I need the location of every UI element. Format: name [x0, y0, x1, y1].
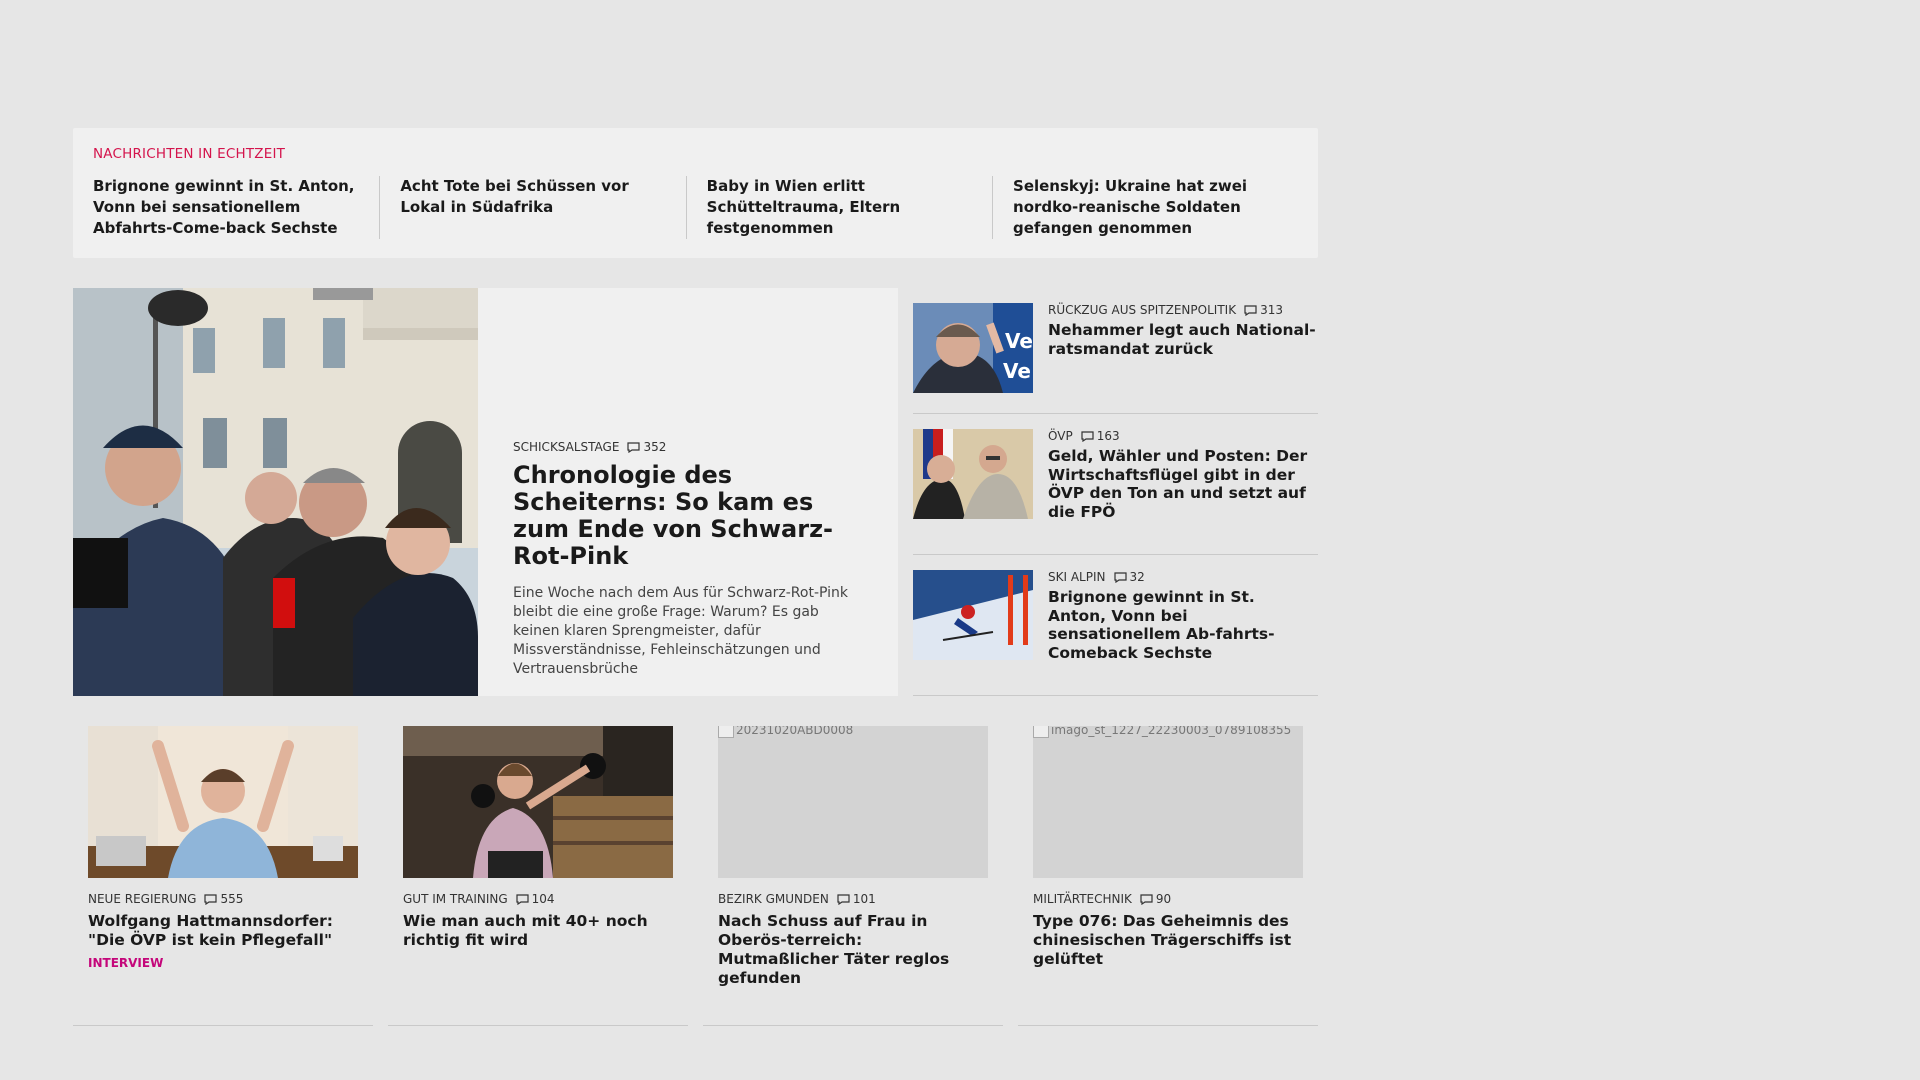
- comment-count[interactable]: 90: [1140, 892, 1171, 906]
- comment-icon: [204, 893, 218, 905]
- article-card-title[interactable]: Wolfgang Hattmannsdorfer: "Die ÖVP ist k…: [88, 912, 358, 950]
- comment-icon: [516, 893, 529, 905]
- comment-count-value: 32: [1129, 570, 1145, 584]
- ticker-item[interactable]: Acht Tote bei Schüssen vor Lokal in Süda…: [379, 176, 685, 239]
- side-article[interactable]: ÖVP 163 Geld, Wähler und Posten: Der Wir…: [913, 414, 1318, 555]
- svg-text:Ve: Ve: [1005, 329, 1033, 353]
- top-stories: SCHICKSALSTAGE 352 Chronologie des Schei…: [73, 288, 1318, 696]
- comment-count[interactable]: 163: [1081, 429, 1120, 443]
- article-kicker: SCHICKSALSTAGE: [513, 440, 620, 454]
- comment-count-value: 555: [220, 892, 244, 906]
- article-meta: NEUE REGIERUNG 555: [88, 892, 358, 906]
- broken-image-alt: 20231020ABD0008: [718, 726, 988, 738]
- live-ticker: NACHRICHTEN IN ECHTZEIT Brignone gewinnt…: [73, 128, 1318, 258]
- comment-icon: [1140, 893, 1153, 905]
- comment-count[interactable]: 32: [1113, 570, 1145, 584]
- lead-article[interactable]: SCHICKSALSTAGE 352 Chronologie des Schei…: [73, 288, 898, 696]
- article-card[interactable]: NEUE REGIERUNG 555 Wolfgang Hattmannsdor…: [73, 726, 373, 1026]
- article-kicker: MILITÄRTECHNIK: [1033, 892, 1132, 906]
- article-kicker: GUT IM TRAINING: [403, 892, 508, 906]
- image-alt-text: 20231020ABD0008: [736, 726, 854, 737]
- ticker-row: Brignone gewinnt in St. Anton, Vonn bei …: [93, 176, 1298, 239]
- side-articles: Ve Ve RÜCKZUG AUS SPITZENPOLITIK 313 Neh…: [913, 288, 1318, 696]
- article-meta: SCHICKSALSTAGE 352: [513, 440, 868, 454]
- comment-icon: [1113, 571, 1127, 583]
- side-article-text: RÜCKZUG AUS SPITZENPOLITIK 313 Nehammer …: [1033, 303, 1318, 413]
- article-card-tag: INTERVIEW: [88, 956, 164, 970]
- article-card-image[interactable]: imago_st_1227_22230003_0789108355: [1033, 726, 1303, 878]
- comment-count-value: 313: [1260, 303, 1283, 317]
- ticker-title[interactable]: NACHRICHTEN IN ECHTZEIT: [93, 146, 1298, 162]
- comment-count[interactable]: 313: [1244, 303, 1283, 317]
- comment-icon: [1244, 304, 1257, 316]
- comment-count-value: 104: [531, 892, 555, 906]
- article-grid: NEUE REGIERUNG 555 Wolfgang Hattmannsdor…: [73, 726, 1318, 1026]
- side-article-text: ÖVP 163 Geld, Wähler und Posten: Der Wir…: [1033, 429, 1318, 554]
- article-meta: SKI ALPIN 32: [1048, 570, 1318, 584]
- article-thumbnail[interactable]: [913, 570, 1033, 660]
- comment-count-value: 352: [643, 440, 667, 454]
- ticker-item[interactable]: Baby in Wien erlitt Schütteltrauma, Elte…: [685, 176, 992, 239]
- lead-article-text: SCHICKSALSTAGE 352 Chronologie des Schei…: [478, 288, 898, 696]
- article-thumbnail[interactable]: [913, 429, 1033, 519]
- lead-article-teaser: Eine Woche nach dem Aus für Schwarz-Rot-…: [513, 585, 849, 677]
- image-alt-text: imago_st_1227_22230003_0789108355: [1051, 726, 1292, 737]
- article-card-image[interactable]: [403, 726, 673, 878]
- article-card[interactable]: GUT IM TRAINING 104 Wie man auch mit 40+…: [388, 726, 688, 1026]
- side-article-title[interactable]: Brignone gewinnt in St. Anton, Vonn bei …: [1048, 588, 1318, 662]
- broken-image-icon: [1033, 726, 1049, 738]
- ticker-item[interactable]: Selenskyj: Ukraine hat zwei nordko-reani…: [992, 176, 1298, 239]
- article-thumbnail[interactable]: Ve Ve: [913, 303, 1033, 393]
- comment-icon: [837, 893, 850, 905]
- comment-count-value: 90: [1155, 892, 1172, 906]
- comment-count[interactable]: 104: [516, 892, 555, 906]
- broken-image-alt: imago_st_1227_22230003_0789108355: [1033, 726, 1303, 738]
- article-kicker: ÖVP: [1048, 429, 1073, 443]
- lead-article-image[interactable]: [73, 288, 478, 696]
- comment-count[interactable]: 352: [627, 440, 666, 454]
- article-kicker: SKI ALPIN: [1048, 570, 1106, 584]
- comment-icon: [627, 441, 641, 453]
- article-card[interactable]: imago_st_1227_22230003_0789108355 MILITÄ…: [1018, 726, 1318, 1026]
- article-meta: BEZIRK GMUNDEN 101: [718, 892, 988, 906]
- article-card-image[interactable]: 20231020ABD0008: [718, 726, 988, 878]
- article-kicker: BEZIRK GMUNDEN: [718, 892, 829, 906]
- comment-count[interactable]: 101: [837, 892, 876, 906]
- side-article-title[interactable]: Nehammer legt auch National-ratsmandat z…: [1048, 321, 1318, 358]
- broken-image-icon: [718, 726, 734, 738]
- article-kicker: RÜCKZUG AUS SPITZENPOLITIK: [1048, 303, 1237, 317]
- comment-count[interactable]: 555: [204, 892, 243, 906]
- svg-text:Ve: Ve: [1003, 359, 1031, 383]
- side-article[interactable]: SKI ALPIN 32 Brignone gewinnt in St. Ant…: [913, 555, 1318, 696]
- side-article-title[interactable]: Geld, Wähler und Posten: Der Wirtschafts…: [1048, 447, 1318, 521]
- article-meta: ÖVP 163: [1048, 429, 1318, 443]
- page-content: NACHRICHTEN IN ECHTZEIT Brignone gewinnt…: [73, 128, 1318, 1026]
- article-meta: RÜCKZUG AUS SPITZENPOLITIK 313: [1048, 303, 1318, 317]
- article-card-title[interactable]: Nach Schuss auf Frau in Oberös-terreich:…: [718, 912, 988, 988]
- lead-article-title[interactable]: Chronologie des Scheiterns: So kam es zu…: [513, 462, 868, 570]
- article-card-title[interactable]: Wie man auch mit 40+ noch richtig fit wi…: [403, 912, 673, 950]
- article-meta: MILITÄRTECHNIK 90: [1033, 892, 1303, 906]
- comment-count-value: 101: [852, 892, 876, 906]
- article-card-title[interactable]: Type 076: Das Geheimnis des chinesischen…: [1033, 912, 1303, 969]
- article-kicker: NEUE REGIERUNG: [88, 892, 197, 906]
- comment-icon: [1081, 430, 1094, 442]
- side-article-text: SKI ALPIN 32 Brignone gewinnt in St. Ant…: [1033, 570, 1318, 695]
- side-article[interactable]: Ve Ve RÜCKZUG AUS SPITZENPOLITIK 313 Neh…: [913, 288, 1318, 414]
- article-meta: GUT IM TRAINING 104: [403, 892, 673, 906]
- article-card-image[interactable]: [88, 726, 358, 878]
- ticker-item[interactable]: Brignone gewinnt in St. Anton, Vonn bei …: [93, 176, 379, 239]
- comment-count-value: 163: [1096, 429, 1120, 443]
- article-card[interactable]: 20231020ABD0008 BEZIRK GMUNDEN 101 Nach …: [703, 726, 1003, 1026]
